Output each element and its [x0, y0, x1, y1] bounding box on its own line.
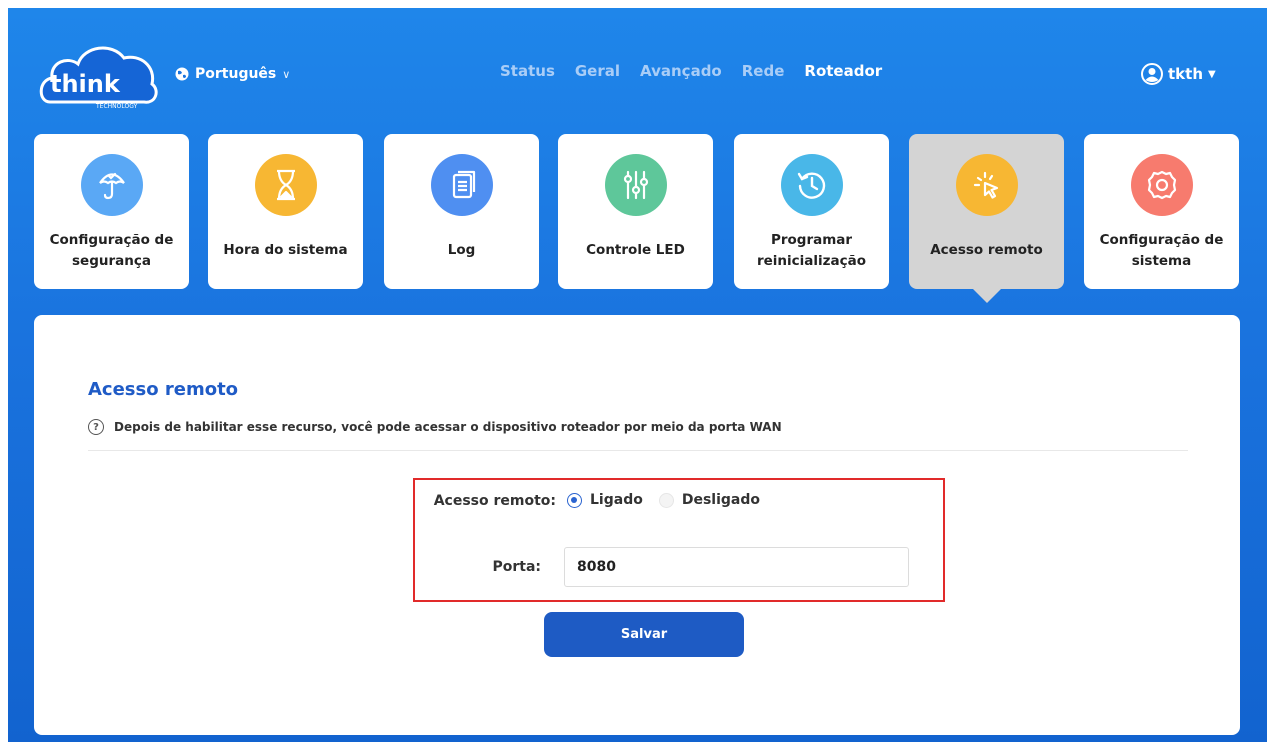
card-system-config[interactable]: Configuração de sistema [1084, 134, 1239, 289]
caret-down-icon: ▼ [1208, 68, 1216, 80]
radio-off-icon[interactable] [658, 492, 674, 508]
card-label: Configuração de segurança [49, 231, 174, 269]
card-label: Programar reinicialização [756, 231, 867, 269]
port-label: Porta: [492, 559, 541, 575]
think-logo: think TECHNOLOGY [39, 46, 158, 110]
chevron-down-icon: ∨ [282, 67, 291, 81]
nav-avancado[interactable]: Avançado [640, 62, 722, 80]
help-icon: ? [88, 419, 104, 435]
top-nav: Status Geral Avançado Rede Roteador [500, 62, 882, 80]
language-selector[interactable]: Português ∨ [175, 66, 290, 82]
umbrella-icon [80, 154, 143, 216]
username: tkth [1168, 65, 1203, 83]
remote-cursor-icon [955, 154, 1018, 216]
save-button[interactable]: Salvar [544, 612, 744, 657]
app-frame: think TECHNOLOGY Português ∨ Status Gera… [8, 8, 1267, 742]
card-label: Acesso remoto [930, 242, 1043, 258]
radio-ligado-label: Ligado [590, 492, 643, 508]
card-led-control[interactable]: Controle LED [558, 134, 713, 289]
user-menu[interactable]: tkth ▼ [1141, 63, 1216, 85]
card-system-time[interactable]: Hora do sistema [208, 134, 363, 289]
globe-icon [175, 67, 189, 81]
card-label: Hora do sistema [223, 242, 348, 258]
nav-geral[interactable]: Geral [575, 62, 620, 80]
nav-rede[interactable]: Rede [742, 62, 785, 80]
svg-text:think: think [50, 70, 121, 98]
hourglass-icon [254, 154, 317, 216]
radio-on-icon[interactable] [567, 492, 582, 508]
divider [88, 450, 1188, 451]
document-icon [430, 154, 493, 216]
card-log[interactable]: Log [384, 134, 539, 289]
radio-desligado-label: Desligado [681, 492, 760, 508]
card-remote-access[interactable]: Acesso remoto [909, 134, 1064, 303]
remote-access-panel: Acesso remoto ? Depois de habilitar esse… [34, 315, 1240, 735]
settings-gear-icon [1130, 154, 1193, 216]
panel-title: Acesso remoto [88, 379, 239, 400]
card-label: Controle LED [586, 242, 685, 258]
radio-desligado[interactable]: Desligado [658, 492, 760, 508]
svg-text:TECHNOLOGY: TECHNOLOGY [95, 103, 138, 110]
nav-roteador[interactable]: Roteador [804, 62, 882, 80]
nav-status[interactable]: Status [500, 62, 555, 80]
hint-text: ? Depois de habilitar esse recurso, você… [88, 419, 782, 435]
card-label: Log [447, 242, 476, 258]
hint-label: Depois de habilitar esse recurso, você p… [114, 420, 782, 434]
sliders-icon [604, 154, 667, 216]
user-icon [1141, 63, 1163, 85]
card-security-config[interactable]: Configuração de segurança [34, 134, 189, 289]
history-icon [780, 154, 843, 216]
remote-access-radio-group: Ligado Desligado [567, 492, 760, 508]
port-input[interactable] [564, 547, 909, 587]
language-label: Português [195, 66, 277, 82]
radio-ligado[interactable]: Ligado [567, 492, 643, 508]
card-label: Configuração de sistema [1099, 231, 1224, 269]
remote-access-label: Acesso remoto: [433, 493, 556, 509]
card-schedule-reboot[interactable]: Programar reinicialização [734, 134, 889, 289]
